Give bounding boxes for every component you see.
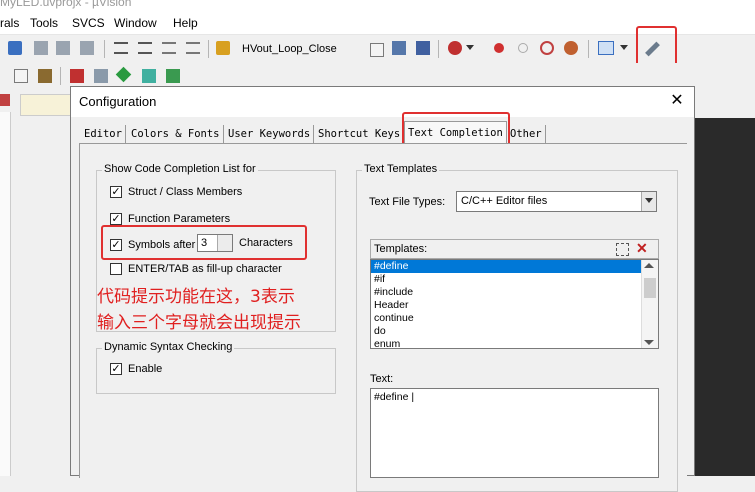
uncomment-icon[interactable] <box>186 42 200 54</box>
struct-members-label: Struct / Class Members <box>128 186 243 198</box>
tab-editor[interactable]: Editor <box>81 125 126 143</box>
menu-svcs[interactable]: SVCS <box>72 16 105 30</box>
enable-syntax-label: Enable <box>128 363 163 375</box>
chevron-down-icon[interactable] <box>644 340 654 345</box>
target-combo-value: HVout_Loop_Close <box>242 43 337 55</box>
menu-peripherals[interactable]: rals <box>0 16 19 30</box>
syntax-checking-group-label: Dynamic Syntax Checking <box>102 341 235 353</box>
annotation-line-1: 代码提示功能在这，3表示 <box>97 287 295 307</box>
editor-background <box>692 118 755 476</box>
find-in-files-icon[interactable] <box>392 41 406 55</box>
target-options-icon[interactable] <box>38 69 52 83</box>
text-file-types-combo[interactable]: C/C++ Editor files <box>456 191 657 212</box>
list-item[interactable]: enum <box>371 338 658 348</box>
highlight-box-symbols <box>101 225 307 260</box>
indent-less-icon[interactable] <box>138 42 152 54</box>
project-panel <box>0 90 72 476</box>
run-time-environment-icon[interactable] <box>115 66 132 83</box>
indent-icon[interactable] <box>8 41 22 55</box>
function-params-label: Function Parameters <box>128 213 231 225</box>
tab-other[interactable]: Other <box>507 125 546 143</box>
list-item[interactable]: #include <box>371 286 658 299</box>
tab-panel-text-completion: Show Code Completion List for ✓ Struct /… <box>79 143 687 492</box>
text-templates-group-label: Text Templates <box>362 163 440 175</box>
chevron-down-icon[interactable] <box>370 43 384 57</box>
pack-installer-icon[interactable] <box>142 69 156 83</box>
panel-scrollbar[interactable] <box>0 112 11 476</box>
list-item[interactable]: #define <box>371 260 641 273</box>
indent-more-icon[interactable] <box>114 42 128 54</box>
toolbar-build: HVout_Loop_Close <box>0 26 755 69</box>
close-icon[interactable]: ✕ <box>668 92 686 110</box>
text-file-types-value: C/C++ Editor files <box>461 195 548 207</box>
templates-scrollbar[interactable] <box>641 260 658 348</box>
select-software-packs-icon[interactable] <box>166 69 180 83</box>
chevron-down-icon[interactable] <box>620 45 628 50</box>
enter-tab-label: ENTER/TAB as fill-up character <box>128 263 282 275</box>
editor-tab[interactable] <box>20 94 72 116</box>
breakpoint-icon[interactable] <box>494 43 504 53</box>
code-completion-group-label: Show Code Completion List for <box>102 163 258 175</box>
bookmark-prev-icon[interactable] <box>56 41 70 55</box>
toolbar-separator <box>588 40 589 58</box>
disable-breakpoint-icon[interactable] <box>518 43 528 53</box>
disable-all-breakpoints-icon[interactable] <box>540 41 554 55</box>
menu-help[interactable]: Help <box>173 16 198 30</box>
list-item[interactable]: Header <box>371 299 658 312</box>
comment-icon[interactable] <box>162 42 176 54</box>
toolbar-separator <box>104 40 105 58</box>
file-extensions-icon[interactable] <box>94 69 108 83</box>
chevron-down-icon[interactable] <box>466 45 474 50</box>
new-template-icon[interactable] <box>616 243 629 256</box>
menu-tools[interactable]: Tools <box>30 16 58 30</box>
kill-all-breakpoints-icon[interactable] <box>564 41 578 55</box>
enter-tab-checkbox[interactable] <box>110 263 122 275</box>
target-combo[interactable]: HVout_Loop_Close <box>238 40 384 60</box>
incremental-find-icon[interactable] <box>416 41 430 55</box>
toolbar-separator <box>60 67 61 85</box>
window-title: MyLED.uvprojx - µVision <box>0 0 132 9</box>
tab-user-keywords[interactable]: User Keywords <box>225 125 315 143</box>
template-text-value: #define | <box>374 391 415 403</box>
chevron-up-icon[interactable] <box>644 263 654 268</box>
text-file-types-label: Text File Types: <box>369 196 446 208</box>
dialog-title: Configuration <box>79 94 157 109</box>
bookmark-next-icon[interactable] <box>80 41 94 55</box>
list-item[interactable]: #if <box>371 273 658 286</box>
window-layout-icon[interactable] <box>598 41 614 55</box>
open-file-icon[interactable] <box>216 41 230 55</box>
toolbar-separator <box>438 40 439 58</box>
list-item[interactable]: continue <box>371 312 658 325</box>
tab-colors-fonts[interactable]: Colors & Fonts <box>128 125 224 143</box>
toolbar-separator <box>208 40 209 58</box>
templates-label: Templates: <box>374 243 428 255</box>
templates-list[interactable]: #define #if #include Header continue do … <box>370 259 659 349</box>
debug-session-icon[interactable] <box>448 41 462 55</box>
delete-template-icon[interactable]: ✕ <box>636 240 648 257</box>
scrollbar-thumb[interactable] <box>644 278 656 298</box>
struct-members-checkbox[interactable]: ✓ <box>110 186 122 198</box>
menu-window[interactable]: Window <box>114 16 157 30</box>
bookmark-icon[interactable] <box>34 41 48 55</box>
function-params-checkbox[interactable]: ✓ <box>110 213 122 225</box>
chevron-down-icon[interactable] <box>14 69 28 83</box>
dialog-titlebar: Configuration ✕ <box>71 87 694 117</box>
annotation-line-2: 输入三个字母就会出现提示 <box>97 313 301 333</box>
tab-shortcut-keys[interactable]: Shortcut Keys <box>315 125 405 143</box>
template-text-editor[interactable]: #define | <box>370 388 659 478</box>
configuration-dialog: Configuration ✕ Editor Colors & Fonts Us… <box>70 86 695 492</box>
text-label: Text: <box>370 373 394 385</box>
list-item[interactable]: do <box>371 325 658 338</box>
window-titlebar: MyLED.uvprojx - µVision <box>0 0 755 10</box>
panel-close-icon[interactable] <box>0 94 10 106</box>
chevron-down-icon[interactable] <box>641 192 656 211</box>
enable-syntax-checkbox[interactable]: ✓ <box>110 363 122 375</box>
manage-components-icon[interactable] <box>70 69 84 83</box>
templates-header: Templates: ✕ <box>370 239 659 259</box>
